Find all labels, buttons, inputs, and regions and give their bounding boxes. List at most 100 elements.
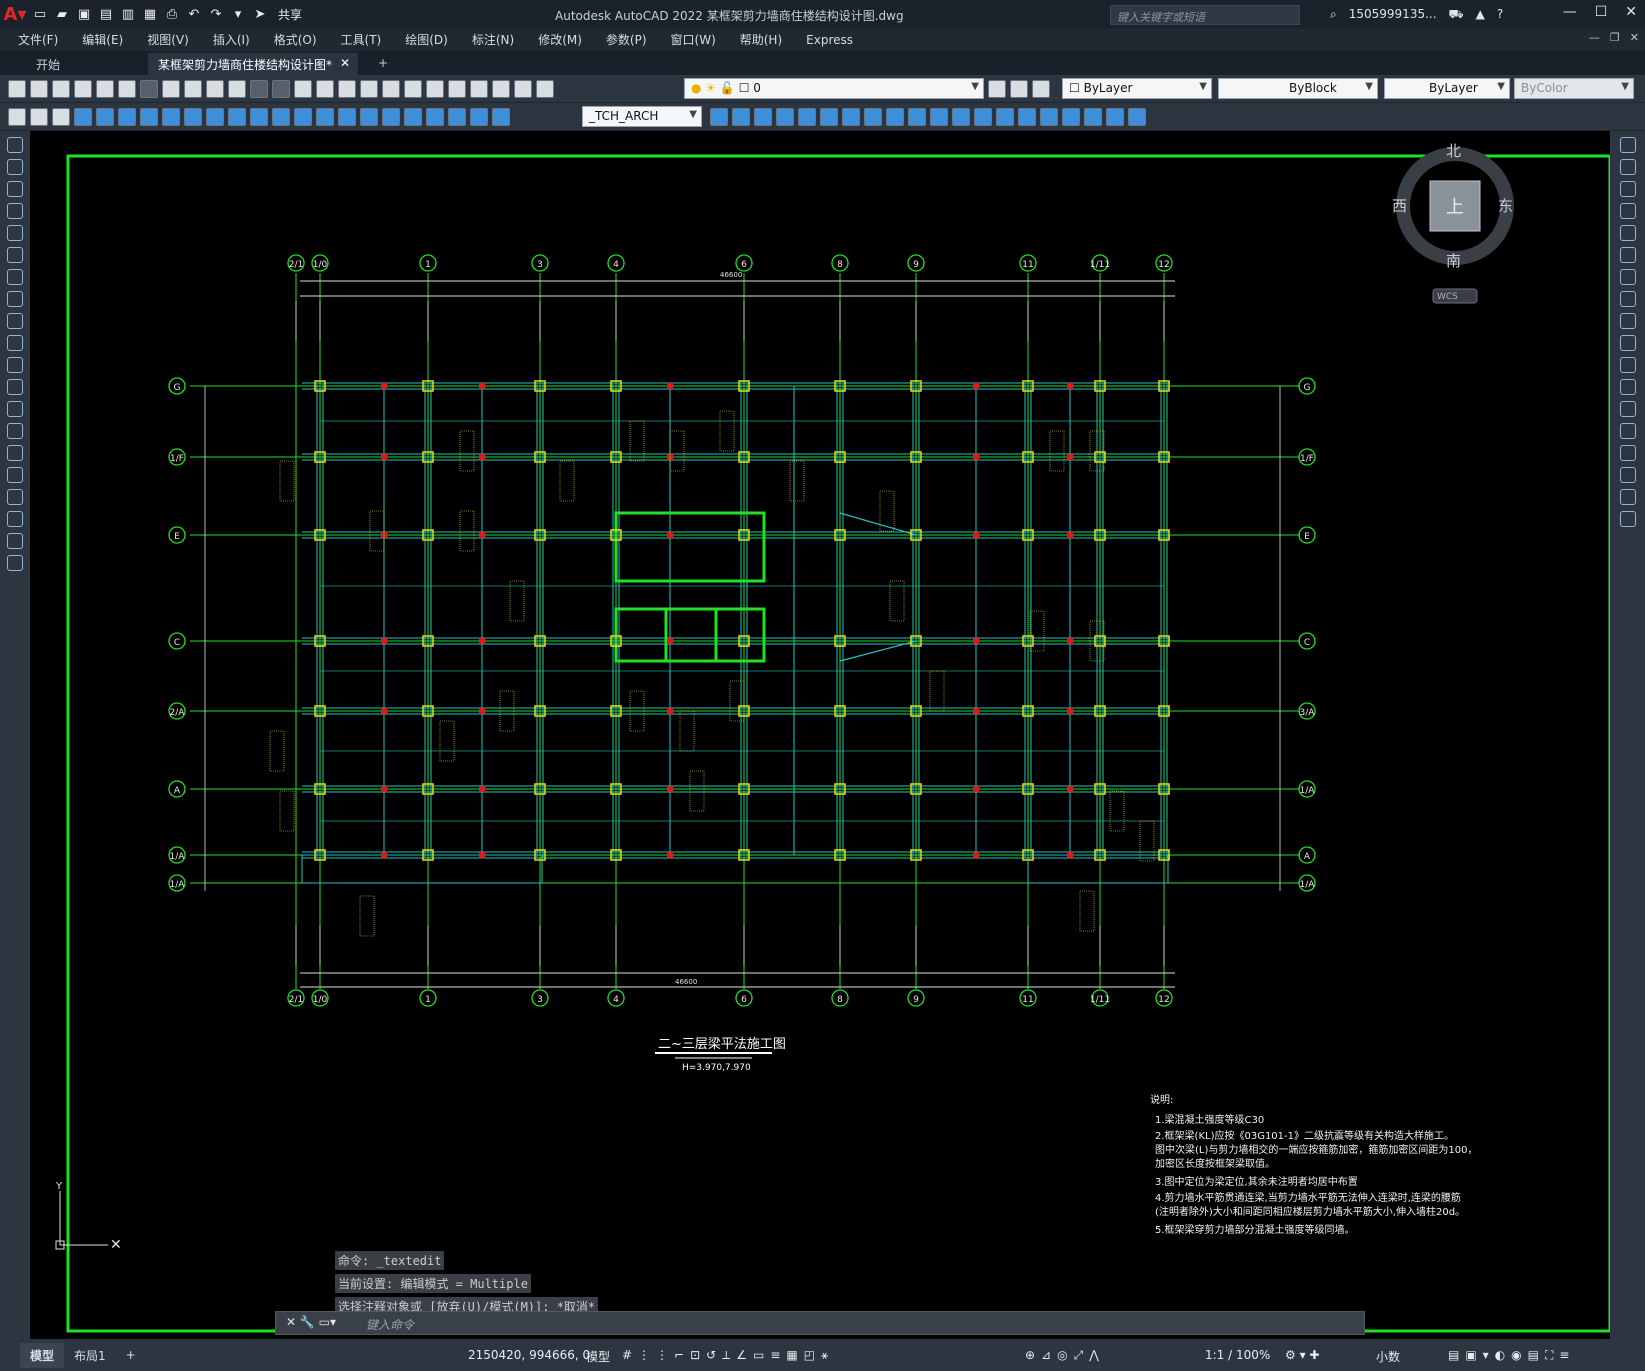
doc-close-icon[interactable]: ✕: [1630, 31, 1639, 44]
dim-linear-icon[interactable]: [74, 108, 92, 126]
dim-radius-icon[interactable]: [162, 108, 180, 126]
properties-icon[interactable]: [382, 80, 400, 98]
modify-tool-8-icon[interactable]: [864, 108, 882, 126]
share-button[interactable]: 共享: [278, 6, 302, 23]
undo-icon[interactable]: ↶: [184, 5, 204, 25]
dim-update-icon[interactable]: [492, 108, 510, 126]
layer-properties-icon[interactable]: [536, 80, 554, 98]
match-properties-icon[interactable]: [228, 80, 246, 98]
viewcube-west[interactable]: 西: [1392, 197, 1407, 215]
ellipse-icon[interactable]: [7, 335, 23, 351]
revision-cloud-icon[interactable]: [7, 291, 23, 307]
spline-icon[interactable]: [7, 313, 23, 329]
text-style-dropdown[interactable]: _TCH_ARCH ▼: [582, 106, 702, 127]
polygon-icon[interactable]: [7, 203, 23, 219]
dim-break-icon[interactable]: [338, 108, 356, 126]
modify-tool-17-icon[interactable]: [1062, 108, 1080, 126]
dim-ordinate-icon[interactable]: [140, 108, 158, 126]
status-right-icons[interactable]: ▤▣▾◐◉▤⛶≡: [1448, 1348, 1575, 1363]
modify-tool-5-icon[interactable]: [798, 108, 816, 126]
publish-icon[interactable]: [118, 80, 136, 98]
share-icon[interactable]: ➤: [250, 5, 270, 25]
sheet-set-icon[interactable]: [448, 80, 466, 98]
tab-drawing[interactable]: 某框架剪力墙商住楼结构设计图* ✕: [148, 53, 358, 75]
insert-block-icon[interactable]: [7, 379, 23, 395]
save-as-icon[interactable]: ▤: [96, 5, 116, 25]
arc-icon[interactable]: [7, 247, 23, 263]
move-icon[interactable]: [1619, 247, 1636, 263]
menu-draw[interactable]: 绘图(D): [405, 31, 448, 48]
layer-previous-icon[interactable]: [1010, 80, 1028, 98]
draw-tool-1-icon[interactable]: [8, 108, 26, 126]
command-close-icon[interactable]: ✕ 🔧 ▭▾: [286, 1315, 336, 1329]
menu-format[interactable]: 格式(O): [274, 31, 317, 48]
draw-tool-3-icon[interactable]: [52, 108, 70, 126]
cut-icon[interactable]: [162, 80, 180, 98]
polyline-icon[interactable]: [7, 181, 23, 197]
doc-restore-icon[interactable]: ❐: [1610, 31, 1620, 44]
menu-dimension[interactable]: 标注(N): [472, 31, 514, 48]
viewcube-east[interactable]: 东: [1498, 197, 1513, 215]
offset-icon[interactable]: [1619, 203, 1636, 219]
annotation-toggles[interactable]: ⊕⊿◎⤢⋀: [1025, 1348, 1105, 1363]
dim-aligned-icon[interactable]: [96, 108, 114, 126]
modify-tool-6-icon[interactable]: [820, 108, 838, 126]
dim-text-edit-icon[interactable]: [470, 108, 488, 126]
modify-tool-15-icon[interactable]: [1018, 108, 1036, 126]
exchange-icon[interactable]: ▲: [1476, 7, 1485, 23]
zoom-window-icon[interactable]: [338, 80, 356, 98]
minimize-icon[interactable]: —: [1563, 4, 1577, 20]
redo-tb-icon[interactable]: [272, 80, 290, 98]
redo-icon[interactable]: ↷: [206, 5, 226, 25]
modify-tool-2-icon[interactable]: [732, 108, 750, 126]
dim-edit-icon[interactable]: [448, 108, 466, 126]
explode-icon[interactable]: [1619, 511, 1636, 527]
center-mark-icon[interactable]: [382, 108, 400, 126]
doc-minimize-icon[interactable]: —: [1589, 31, 1600, 44]
copy-icon[interactable]: [184, 80, 202, 98]
rotate-icon[interactable]: [1619, 269, 1636, 285]
hatch-icon[interactable]: [7, 445, 23, 461]
stretch-icon[interactable]: [1619, 313, 1636, 329]
tolerance-icon[interactable]: [360, 108, 378, 126]
region-icon[interactable]: [7, 489, 23, 505]
design-center-icon[interactable]: [404, 80, 422, 98]
add-selected-icon[interactable]: [7, 555, 23, 571]
paste-icon[interactable]: [206, 80, 224, 98]
point-icon[interactable]: [7, 423, 23, 439]
tab-close-icon[interactable]: ✕: [340, 56, 350, 70]
save-icon[interactable]: ▣: [74, 5, 94, 25]
modify-tool-11-icon[interactable]: [930, 108, 948, 126]
menu-view[interactable]: 视图(V): [147, 31, 189, 48]
drafting-toggles[interactable]: #⋮⋮⌐⊡↺⟂∠▭≡▦◰⚹: [622, 1348, 834, 1363]
scale-icon[interactable]: [1619, 291, 1636, 307]
model-space-toggle[interactable]: 模型: [586, 1348, 610, 1365]
maximize-icon[interactable]: ☐: [1595, 4, 1608, 20]
construction-line-icon[interactable]: [7, 159, 23, 175]
print-icon[interactable]: [74, 80, 92, 98]
dim-arc-icon[interactable]: [118, 108, 136, 126]
help-icon[interactable]: ?: [1497, 7, 1503, 23]
chamfer-icon[interactable]: [1619, 445, 1636, 461]
modify-tool-1-icon[interactable]: [710, 108, 728, 126]
coordinates-readout[interactable]: 2150420, 994666, 0: [468, 1348, 590, 1362]
mirror-icon[interactable]: [1619, 181, 1636, 197]
zoom-realtime-icon[interactable]: [316, 80, 334, 98]
dim-continue-icon[interactable]: [294, 108, 312, 126]
layer-states-icon[interactable]: [1032, 80, 1050, 98]
menu-modify[interactable]: 修改(M): [538, 31, 582, 48]
dim-angular-icon[interactable]: [228, 108, 246, 126]
plot-icon[interactable]: ⎙: [162, 5, 182, 25]
viewcube-south[interactable]: 南: [1446, 252, 1461, 270]
preview-icon[interactable]: [96, 80, 114, 98]
mtext-icon[interactable]: [7, 533, 23, 549]
cart-icon[interactable]: ⛟: [1449, 7, 1464, 23]
new-file-icon[interactable]: ▭: [30, 5, 50, 25]
rectangle-icon[interactable]: [7, 225, 23, 241]
modify-tool-3-icon[interactable]: [754, 108, 772, 126]
plotstyle-dropdown[interactable]: ByColor ▼: [1514, 78, 1634, 99]
menu-help[interactable]: 帮助(H): [740, 31, 782, 48]
inspect-icon[interactable]: [404, 108, 422, 126]
menu-parametric[interactable]: 参数(P): [606, 31, 647, 48]
open-web-icon[interactable]: ▥: [118, 5, 138, 25]
